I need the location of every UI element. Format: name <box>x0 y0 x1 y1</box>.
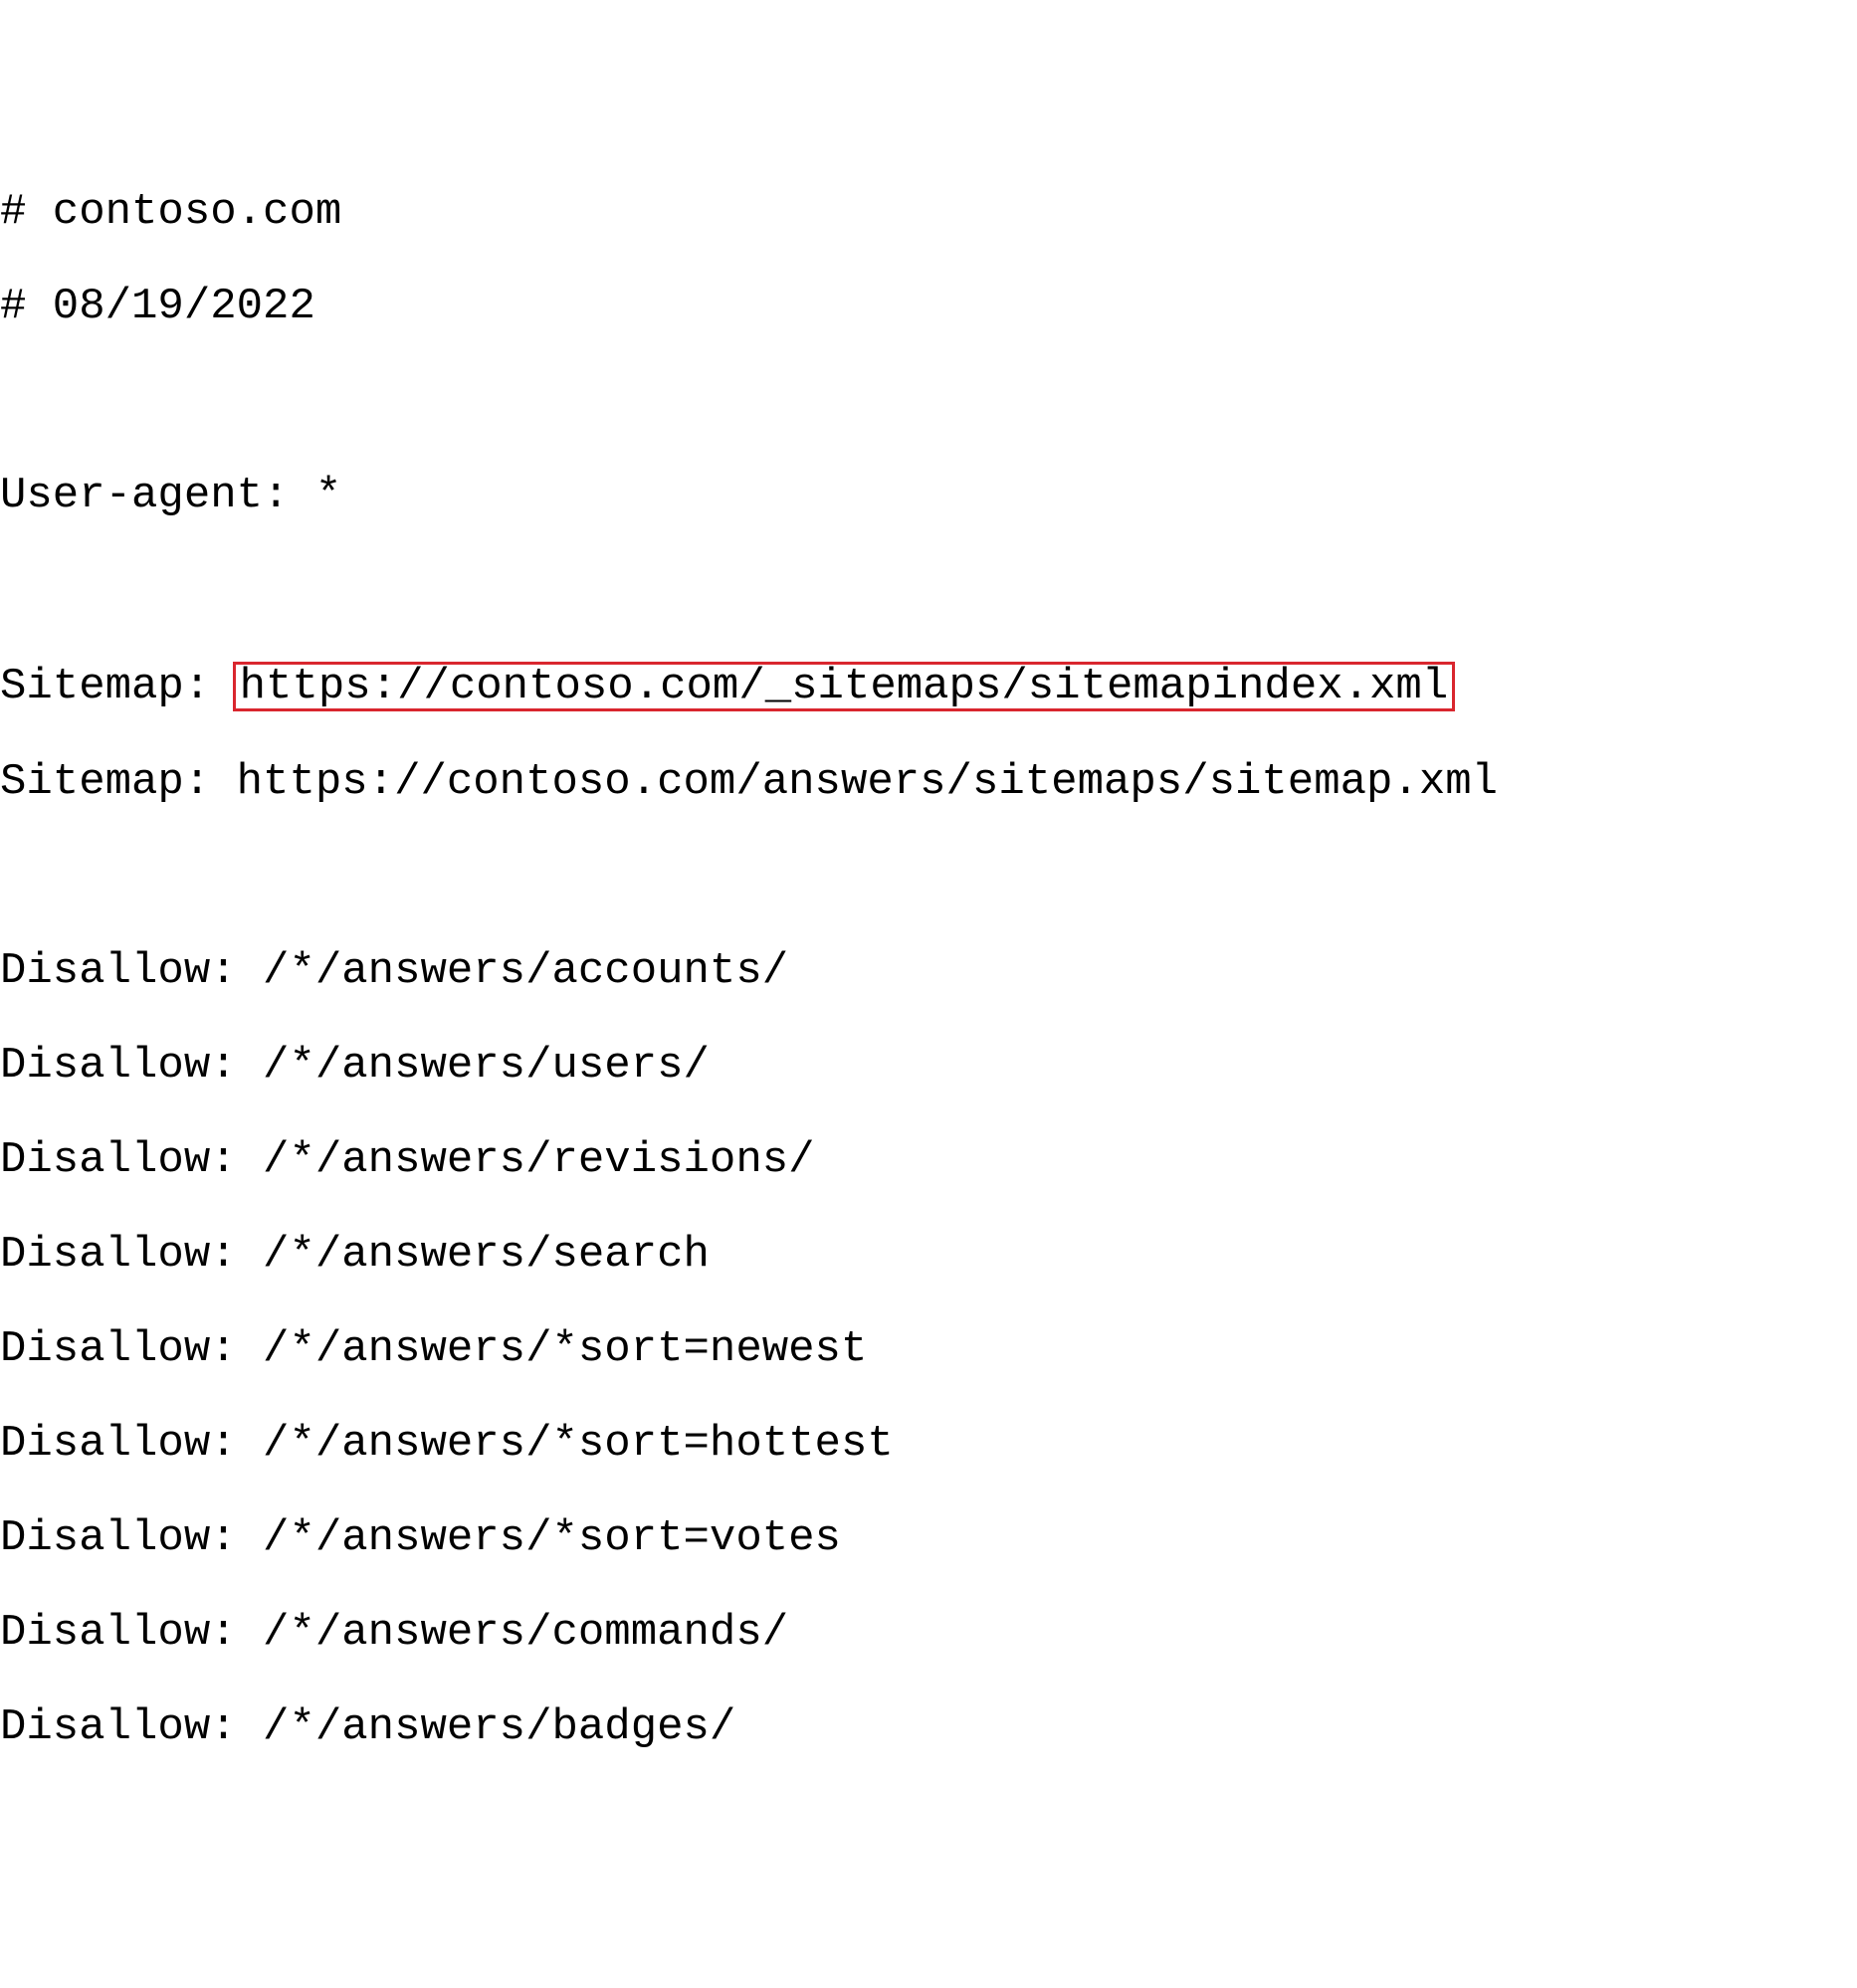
sitemap-line-2: Sitemap: https://contoso.com/answers/sit… <box>0 759 1857 807</box>
user-agent-line: User-agent: * <box>0 473 1857 520</box>
disallow-line: Disallow: /*/answers/*sort=hottest <box>0 1421 1857 1469</box>
disallow-line: Disallow: /*/answers/accounts/ <box>0 948 1857 996</box>
disallow-line: Disallow: /*/answers/badges/ <box>0 1704 1857 1752</box>
comment-domain-line: # contoso.com <box>0 189 1857 237</box>
sitemap-label: Sitemap: <box>0 662 237 711</box>
blank-line <box>0 854 1857 901</box>
disallow-line: Disallow: /*/answers/*sort=votes <box>0 1515 1857 1563</box>
disallow-line: Disallow: /*/answers/users/ <box>0 1043 1857 1091</box>
blank-line <box>0 567 1857 615</box>
blank-line <box>0 378 1857 426</box>
disallow-line: Disallow: /*/answers/search <box>0 1232 1857 1280</box>
sitemap-line-1: Sitemap: https://contoso.com/_sitemaps/s… <box>0 662 1857 711</box>
disallow-line: Disallow: /*/answers/commands/ <box>0 1610 1857 1658</box>
comment-date-line: # 08/19/2022 <box>0 284 1857 331</box>
disallow-line: Disallow: /*/answers/*sort=newest <box>0 1326 1857 1374</box>
sitemap-highlighted-url: https://contoso.com/_sitemaps/sitemapind… <box>233 662 1456 711</box>
disallow-line: Disallow: /*/answers/revisions/ <box>0 1137 1857 1185</box>
